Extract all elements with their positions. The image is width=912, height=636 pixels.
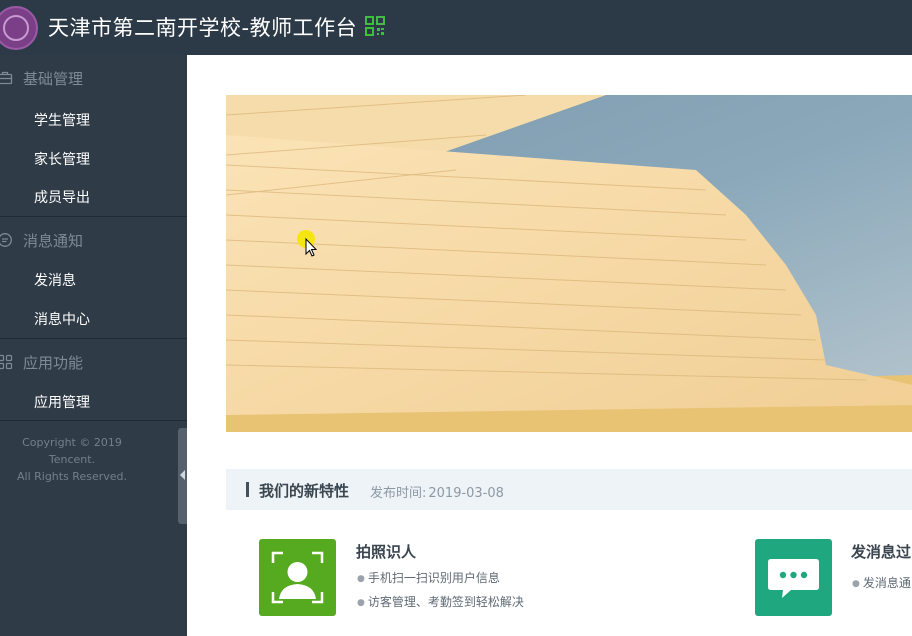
banner-image bbox=[226, 95, 912, 432]
sidebar-item-label: 发消息 bbox=[34, 273, 76, 289]
publish-date-label: 发布时间: bbox=[370, 486, 427, 501]
sidebar-item-parent-management[interactable]: 家长管理 bbox=[0, 139, 187, 178]
main-content: 我们的新特性 发布时间:2019-03-08 拍照识人 手机扫一扫识别用户信息 … bbox=[187, 55, 912, 636]
school-logo bbox=[0, 6, 38, 50]
face-scan-icon bbox=[259, 539, 336, 616]
sidebar-item-app-management[interactable]: 应用管理 bbox=[0, 382, 187, 421]
publish-date-value: 2019-03-08 bbox=[428, 486, 504, 501]
sidebar-item-label: 家长管理 bbox=[34, 152, 90, 168]
sidebar-divider bbox=[0, 216, 187, 217]
briefcase-icon bbox=[0, 71, 13, 85]
sidebar-section-basic[interactable]: 基础管理 bbox=[0, 57, 187, 99]
feature-section-title: 我们的新特性 bbox=[259, 482, 350, 500]
top-header: 天津市第二南开学校-教师工作台 bbox=[0, 0, 912, 55]
book-illustration bbox=[226, 95, 912, 432]
copyright-line: All Rights Reserved. bbox=[16, 470, 128, 483]
sidebar-section-label: 应用功能 bbox=[23, 354, 84, 372]
feature-title: 拍照识人 bbox=[356, 543, 417, 561]
mouse-cursor-icon bbox=[297, 230, 318, 257]
sidebar-item-send-message[interactable]: 发消息 bbox=[0, 260, 187, 299]
qr-code-icon[interactable] bbox=[364, 15, 386, 37]
sidebar-section-apps[interactable]: 应用功能 bbox=[0, 341, 187, 383]
sidebar-item-label: 应用管理 bbox=[34, 395, 90, 411]
sidebar-section-label: 消息通知 bbox=[23, 232, 84, 250]
sidebar-item-student-management[interactable]: 学生管理 bbox=[0, 100, 187, 139]
message-bubble-icon bbox=[755, 539, 832, 616]
copyright-text: Copyright © 2019 Tencent. All Rights Res… bbox=[0, 434, 144, 485]
sidebar: 基础管理 学生管理 家长管理 成员导出 消息通知 发消息 消息中心 应用功能 应… bbox=[0, 55, 187, 636]
sidebar-divider bbox=[0, 420, 187, 421]
feature-description: 访客管理、考勤签到轻松解决 bbox=[357, 593, 524, 610]
sidebar-item-label: 消息中心 bbox=[34, 312, 90, 328]
sidebar-item-message-center[interactable]: 消息中心 bbox=[0, 299, 187, 338]
sidebar-section-label: 基础管理 bbox=[23, 70, 84, 88]
section-accent bbox=[246, 482, 249, 497]
sidebar-item-member-export[interactable]: 成员导出 bbox=[0, 177, 187, 216]
feature-description: 发消息通 bbox=[852, 574, 911, 591]
sidebar-section-messages[interactable]: 消息通知 bbox=[0, 219, 187, 261]
app-title: 天津市第二南开学校-教师工作台 bbox=[48, 16, 358, 40]
chat-icon bbox=[0, 233, 12, 247]
feature-section-header: 我们的新特性 发布时间: 2019-03-08 bbox=[226, 469, 912, 510]
feature-title: 发消息过 bbox=[851, 543, 912, 561]
sidebar-collapse-button[interactable] bbox=[178, 428, 187, 524]
sidebar-item-label: 成员导出 bbox=[34, 190, 90, 206]
feature-description: 手机扫一扫识别用户信息 bbox=[357, 569, 500, 586]
sidebar-divider bbox=[0, 338, 187, 339]
sidebar-item-label: 学生管理 bbox=[34, 113, 90, 129]
publish-date: 发布时间: 2019-03-08 bbox=[370, 482, 504, 501]
grid-icon bbox=[0, 354, 13, 370]
copyright-line: Copyright © 2019 Tencent. bbox=[22, 436, 122, 466]
